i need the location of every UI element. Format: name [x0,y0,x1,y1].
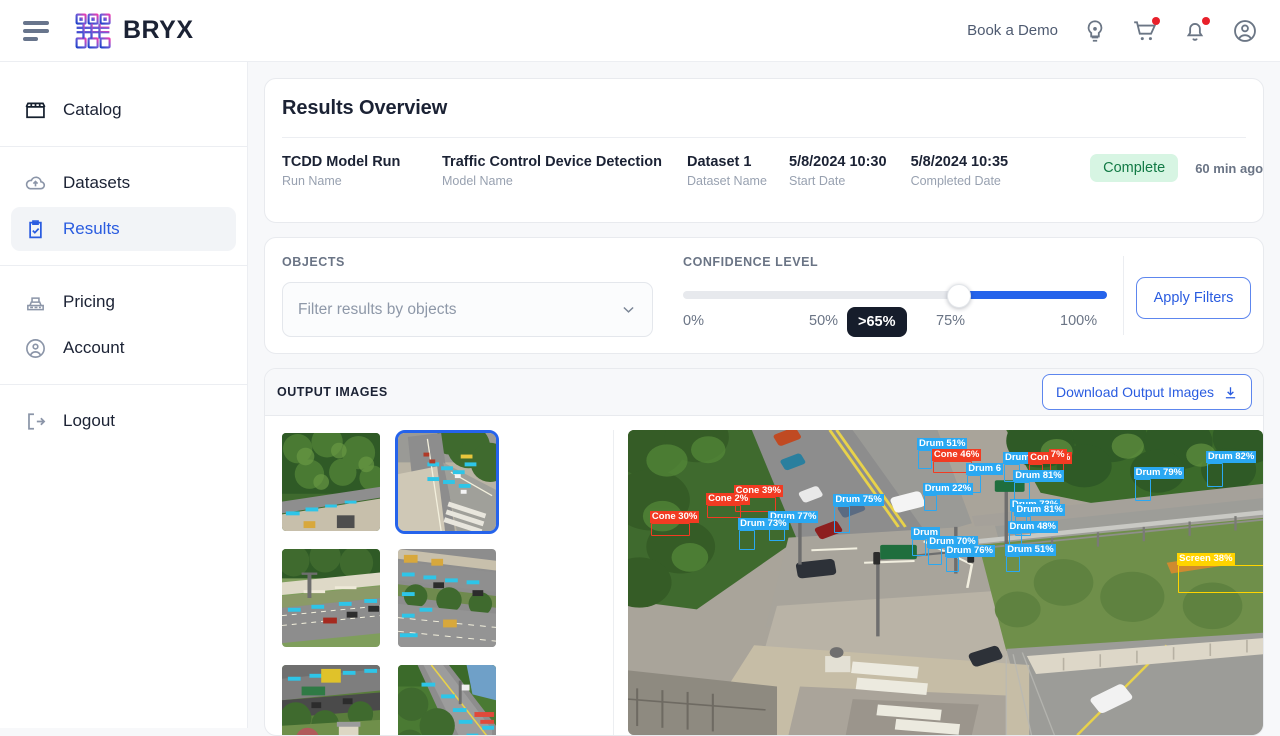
output-images-header: OUTPUT IMAGES Download Output Images [265,369,1263,416]
download-output-images-button[interactable]: Download Output Images [1042,374,1252,410]
filters-card: OBJECTS Filter results by objects CONFID… [264,237,1264,354]
page-title: Results Overview [282,97,448,119]
thumbnail-6[interactable] [395,662,499,735]
objects-filter-placeholder: Filter results by objects [298,300,457,318]
brand-name: BRYX [123,16,194,44]
meta-dataset-name: Dataset 1 Dataset Name [687,154,767,188]
account-circle-icon[interactable] [1232,18,1258,44]
panel-divider [613,430,614,735]
sidebar-item-label: Datasets [63,173,131,192]
thumbnail-grid [265,416,610,735]
cash-register-icon [23,290,47,314]
notification-bell-icon[interactable] [1182,16,1210,44]
objects-filter-label: OBJECTS [282,255,345,269]
sidebar-item-datasets[interactable]: Datasets [11,161,236,205]
download-button-label: Download Output Images [1056,384,1214,400]
sidebar-item-label: Pricing [63,292,115,311]
brand-logo[interactable]: BRYX [74,12,194,50]
sidebar-item-logout[interactable]: Logout [11,399,236,443]
confidence-current-value: >65% [847,307,907,337]
thumbnail-3[interactable] [279,546,383,650]
slider-handle[interactable] [946,284,971,308]
sidebar-item-account[interactable]: Account [11,326,236,370]
sidebar-group-data: Datasets Results [0,147,247,265]
sidebar-navigation: Catalog Datasets Results Pricing Account… [0,62,248,728]
meta-start-date: 5/8/2024 10:30 Start Date [789,154,887,188]
thumbnail-2[interactable] [395,430,499,534]
cloud-upload-icon [23,171,47,195]
bryx-qr-logo-icon [75,13,111,48]
sidebar-group-account: Pricing Account [0,266,247,384]
output-images-title: OUTPUT IMAGES [277,385,388,399]
objects-filter-group: OBJECTS Filter results by objects [265,238,669,353]
objects-filter-select[interactable]: Filter results by objects [282,282,653,337]
confidence-filter-group: CONFIDENCE LEVEL 0% 50% >65% 75% 100% [669,238,1123,353]
thumbnail-4[interactable] [395,546,499,650]
thumbnail-1[interactable] [279,430,383,534]
hamburger-icon[interactable] [23,20,49,41]
run-metadata-row: TCDD Model Run Run Name Traffic Control … [265,138,1263,188]
tick-0: 0% [683,313,704,329]
sidebar-group-session: Logout [0,385,247,457]
apply-filters-area: Apply Filters [1124,238,1263,353]
thumbnail-5[interactable] [279,662,383,735]
meta-run-name: TCDD Model Run Run Name [282,154,401,188]
output-images-card: OUTPUT IMAGES Download Output Images Dru… [264,368,1264,736]
sidebar-item-results[interactable]: Results [11,207,236,251]
tick-50: 50% [809,313,839,329]
elapsed-time: 60 min ago [1195,160,1264,176]
selected-image-preview[interactable]: Drum 51% Cone 46% Drum 21% Cone 4% 7% Drum 82… [628,430,1263,735]
sidebar-item-label: Results [63,219,120,238]
main-content: Results Overview TCDD Model Run Run Name… [248,62,1280,736]
confidence-slider[interactable] [683,284,1107,308]
bell-badge-dot [1202,16,1210,25]
tick-100: 100% [1060,313,1098,329]
meta-completed-date: 5/8/2024 10:35 Completed Date [910,154,1009,188]
sidebar-item-label: Account [63,338,125,357]
storefront-icon [23,98,47,122]
apply-filters-button[interactable]: Apply Filters [1135,276,1252,319]
status-area: Complete 60 min ago [1090,154,1263,182]
sidebar-item-label: Logout [63,411,115,430]
sidebar-group-catalog: Catalog [0,74,247,146]
tick-75: 75% [936,313,966,329]
cart-badge-dot [1152,16,1160,25]
status-badge: Complete [1090,154,1179,182]
shopping-cart-icon[interactable] [1132,16,1160,44]
sidebar-item-catalog[interactable]: Catalog [11,88,236,132]
confidence-filter-label: CONFIDENCE LEVEL [683,255,819,269]
chevron-down-icon [620,301,637,318]
top-navigation-bar: BRYX Book a Demo [0,0,1280,62]
confidence-tick-labels: 0% 50% >65% 75% 100% [683,307,1105,347]
sidebar-item-pricing[interactable]: Pricing [11,280,236,324]
app-root: BRYX Book a Demo Catalog Datasets Result… [0,0,1280,736]
output-images-body: Drum 51% Cone 46% Drum 21% Cone 4% 7% Drum 82… [265,416,1263,735]
slider-fill [958,291,1107,299]
top-bar-actions: Book a Demo [967,16,1258,44]
book-a-demo-link[interactable]: Book a Demo [967,22,1058,39]
meta-model-name: Traffic Control Device Detection Model N… [442,154,662,188]
preview-image [628,430,1263,735]
person-circle-icon [23,336,47,360]
results-overview-card: Results Overview TCDD Model Run Run Name… [264,78,1264,223]
download-icon [1223,385,1238,400]
lightbulb-icon[interactable] [1082,18,1108,44]
logout-icon [23,409,47,433]
clipboard-check-icon [23,217,47,241]
sidebar-item-label: Catalog [63,100,122,119]
